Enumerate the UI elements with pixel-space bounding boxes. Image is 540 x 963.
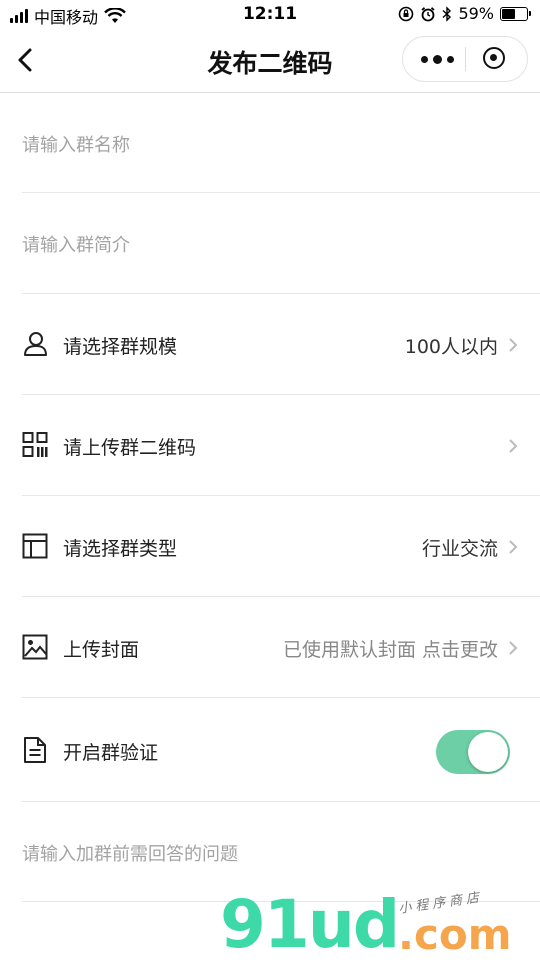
- cover-upload-label: 上传封面: [63, 635, 139, 662]
- group-verify-toggle[interactable]: [436, 730, 510, 774]
- user-icon: [22, 330, 48, 358]
- mini-program-capsule: [402, 36, 528, 82]
- battery-percent: 59%: [458, 4, 494, 23]
- group-intro-field[interactable]: 请输入群简介: [22, 193, 540, 294]
- watermark-domain: .com: [398, 910, 511, 959]
- bluetooth-icon: [442, 6, 452, 22]
- more-dots-icon[interactable]: [421, 56, 454, 64]
- chevron-right-icon: [508, 640, 518, 656]
- cover-upload-row[interactable]: 上传封面 已使用默认封面 点击更改: [22, 597, 540, 698]
- chevron-right-icon: [508, 438, 518, 454]
- nav-bar: 发布二维码: [0, 30, 540, 93]
- battery-icon: [500, 7, 528, 21]
- status-right: 59%: [398, 4, 528, 23]
- group-qrcode-row[interactable]: 请上传群二维码: [22, 395, 540, 496]
- document-icon: [22, 736, 48, 764]
- group-verify-row: 开启群验证: [22, 698, 540, 802]
- alarm-icon: [420, 6, 436, 22]
- group-type-value: 行业交流: [422, 534, 498, 561]
- watermark-logo: 91ud 小程序商店 .com: [220, 890, 540, 960]
- question-placeholder: 请输入加群前需回答的问题: [22, 840, 238, 866]
- group-type-label: 请选择群类型: [63, 534, 177, 561]
- group-scale-label: 请选择群规模: [63, 332, 177, 359]
- rotation-lock-icon: [398, 6, 414, 22]
- group-verify-label: 开启群验证: [63, 738, 158, 765]
- capsule-divider: [465, 47, 466, 71]
- group-scale-value: 100人以内: [405, 332, 498, 359]
- battery-fill: [502, 9, 515, 19]
- chevron-right-icon: [508, 539, 518, 555]
- chevron-right-icon: [508, 337, 518, 353]
- watermark-brand: 91ud: [220, 892, 398, 958]
- layout-icon: [22, 532, 48, 560]
- group-qrcode-label: 请上传群二维码: [63, 433, 196, 460]
- qrcode-icon: [22, 431, 48, 459]
- group-name-field[interactable]: 请输入群名称: [22, 93, 540, 193]
- group-name-placeholder: 请输入群名称: [22, 131, 130, 157]
- target-circle-icon[interactable]: [483, 47, 505, 69]
- group-type-row[interactable]: 请选择群类型 行业交流: [22, 496, 540, 597]
- image-icon: [22, 633, 48, 661]
- status-bar: 中国移动 12:11 59%: [0, 0, 540, 30]
- cover-upload-value: 已使用默认封面 点击更改: [283, 635, 498, 662]
- group-intro-placeholder: 请输入群简介: [22, 231, 130, 257]
- publish-form: 请输入群名称 请输入群简介 请选择群规模 100人以内 请上传群二维码 请选择群…: [0, 93, 540, 902]
- toggle-knob: [468, 732, 508, 772]
- group-scale-row[interactable]: 请选择群规模 100人以内: [22, 294, 540, 395]
